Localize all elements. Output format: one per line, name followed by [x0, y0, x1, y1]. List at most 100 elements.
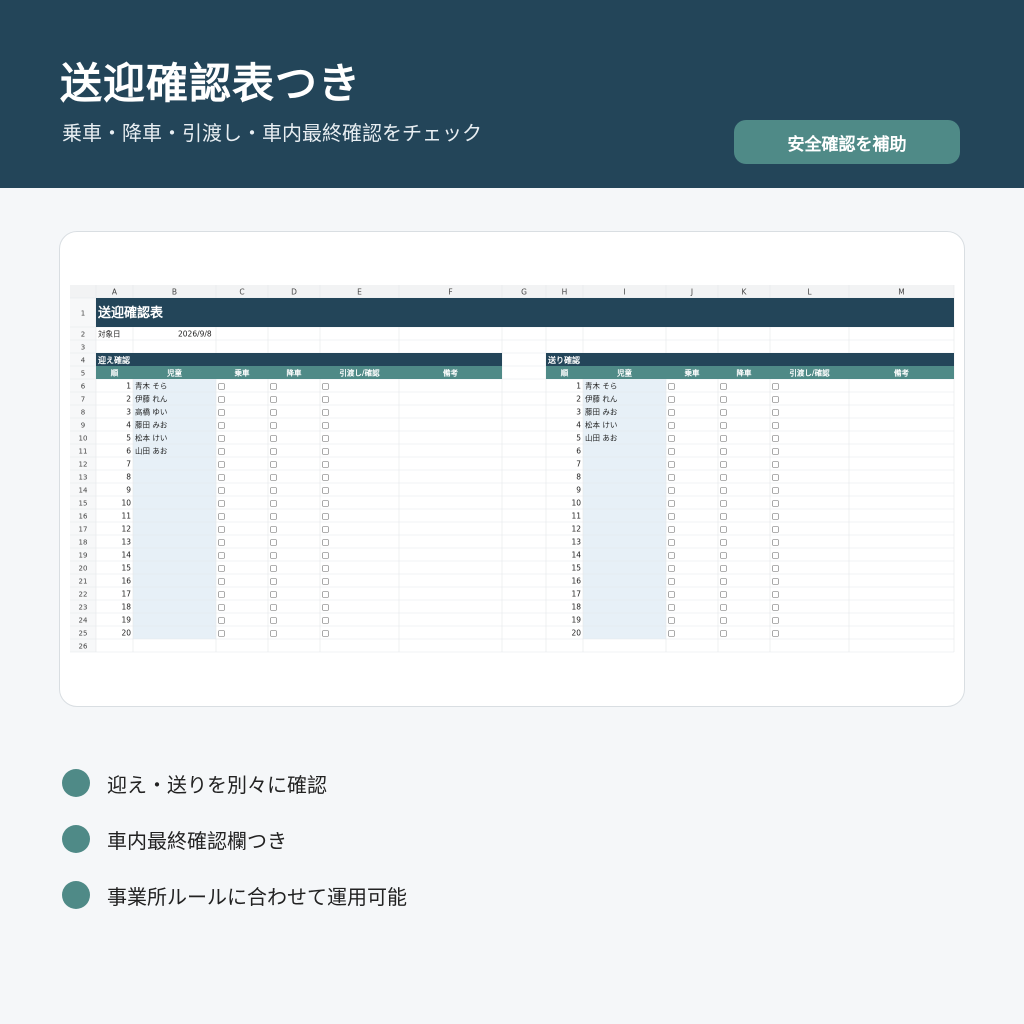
checkbox-icon: □	[720, 629, 727, 638]
checkbox-icon: □	[720, 590, 727, 599]
checkbox-icon: □	[720, 577, 727, 586]
row-number-label: 7	[81, 396, 85, 404]
feature-item: 事業所ルールに合わせて運用可能	[62, 867, 407, 923]
checkbox-icon: □	[218, 564, 225, 573]
table-header-label: 引渡し/確認	[789, 368, 830, 378]
order-number: 6	[126, 447, 131, 456]
table-header-label: 順	[560, 369, 569, 378]
checkbox-icon: □	[720, 473, 727, 482]
order-number: 4	[576, 421, 581, 430]
order-number: 3	[576, 408, 581, 417]
checkbox-icon: □	[668, 551, 675, 560]
child-name: 山田 あお	[585, 433, 618, 443]
checkbox-icon: □	[322, 512, 329, 521]
checkbox-icon: □	[720, 551, 727, 560]
checkbox-icon: □	[218, 525, 225, 534]
child-name: 高橋 ゆい	[135, 407, 167, 417]
checkbox-icon: □	[322, 525, 329, 534]
checkbox-icon: □	[720, 421, 727, 430]
checkbox-icon: □	[772, 512, 779, 521]
row-number-label: 10	[79, 435, 88, 443]
order-number: 11	[571, 512, 581, 521]
checkbox-icon: □	[322, 382, 329, 391]
checkbox-icon: □	[668, 603, 675, 612]
spreadsheet-preview-card: A B C D E F G H I J K L M 1 2 3 4 5 6 7 8 9 10 11 12 13 14 15 16 17 18…	[59, 231, 965, 707]
column-header-label: C	[239, 288, 244, 297]
order-number: 20	[121, 629, 131, 638]
order-number: 16	[121, 577, 131, 586]
order-number: 1	[576, 382, 581, 391]
checkbox-icon: □	[218, 590, 225, 599]
row-number-label: 6	[81, 383, 86, 391]
checkbox-icon: □	[218, 421, 225, 430]
checkbox-icon: □	[218, 499, 225, 508]
child-name: 伊藤 れん	[585, 394, 618, 404]
checkbox-icon: □	[720, 434, 727, 443]
table-header-label: 順	[110, 369, 119, 378]
sheet-title-band	[96, 298, 954, 327]
checkbox-icon: □	[772, 577, 779, 586]
checkbox-icon: □	[270, 564, 277, 573]
column-header-label: H	[562, 288, 568, 297]
checkbox-icon: □	[720, 499, 727, 508]
checkbox-icon: □	[218, 603, 225, 612]
order-number: 5	[126, 434, 131, 443]
row-number-label: 2	[81, 331, 85, 339]
checkbox-icon: □	[270, 525, 277, 534]
order-number: 16	[571, 577, 581, 586]
checkbox-icon: □	[772, 447, 779, 456]
checkbox-icon: □	[322, 395, 329, 404]
checkbox-icon: □	[270, 538, 277, 547]
column-header-label: G	[521, 288, 527, 297]
sheet-title: 送迎確認表	[97, 305, 164, 321]
row-number-label: 12	[79, 461, 88, 469]
checkbox-icon: □	[322, 538, 329, 547]
row-number-label: 15	[79, 500, 88, 508]
checkbox-icon: □	[668, 512, 675, 521]
spreadsheet-preview: A B C D E F G H I J K L M123456789101112131415161718…	[70, 285, 955, 653]
checkbox-icon: □	[218, 512, 225, 521]
checkbox-icon: □	[668, 577, 675, 586]
row-number-label: 5	[81, 370, 85, 378]
table-header-label: 降車	[287, 368, 302, 378]
child-name: 青木 そら	[135, 381, 167, 391]
feature-item: 車内最終確認欄つき	[62, 811, 407, 867]
row-number-label: 19	[79, 552, 88, 560]
safety-check-button[interactable]: 安全確認を補助	[734, 120, 960, 164]
order-number: 11	[121, 512, 131, 521]
checkbox-icon: □	[772, 421, 779, 430]
pickup-section-bar	[96, 353, 502, 366]
order-number: 15	[571, 564, 581, 573]
order-number: 17	[121, 590, 131, 599]
child-name: 松本 けい	[585, 420, 617, 430]
column-header-label: I	[623, 288, 625, 297]
order-number: 9	[126, 486, 131, 495]
checkbox-icon: □	[720, 382, 727, 391]
checkbox-icon: □	[772, 460, 779, 469]
column-header-label: E	[357, 288, 362, 297]
checkbox-icon: □	[668, 590, 675, 599]
checkbox-icon: □	[218, 408, 225, 417]
checkbox-icon: □	[772, 538, 779, 547]
checkbox-icon: □	[270, 590, 277, 599]
feature-text: 車内最終確認欄つき	[107, 828, 287, 853]
checkbox-icon: □	[668, 421, 675, 430]
order-number: 15	[121, 564, 131, 573]
child-name: 伊藤 れん	[135, 394, 168, 404]
order-number: 9	[576, 486, 581, 495]
row-number-label: 17	[79, 526, 88, 534]
table-header-label: 乗車	[685, 368, 700, 378]
checkbox-icon: □	[668, 473, 675, 482]
checkbox-icon: □	[668, 395, 675, 404]
row-number-label: 14	[79, 487, 88, 495]
row-number-label: 20	[79, 565, 88, 573]
order-number: 18	[121, 603, 131, 612]
feature-list: 迎え・送りを別々に確認 車内最終確認欄つき 事業所ルールに合わせて運用可能	[62, 755, 407, 923]
checkbox-icon: □	[720, 538, 727, 547]
checkbox-icon: □	[772, 603, 779, 612]
bullet-dot-icon	[62, 825, 90, 853]
table-header-label: 引渡し/確認	[339, 368, 380, 378]
order-number: 7	[576, 460, 581, 469]
checkbox-icon: □	[218, 473, 225, 482]
column-header-label: F	[448, 288, 452, 297]
